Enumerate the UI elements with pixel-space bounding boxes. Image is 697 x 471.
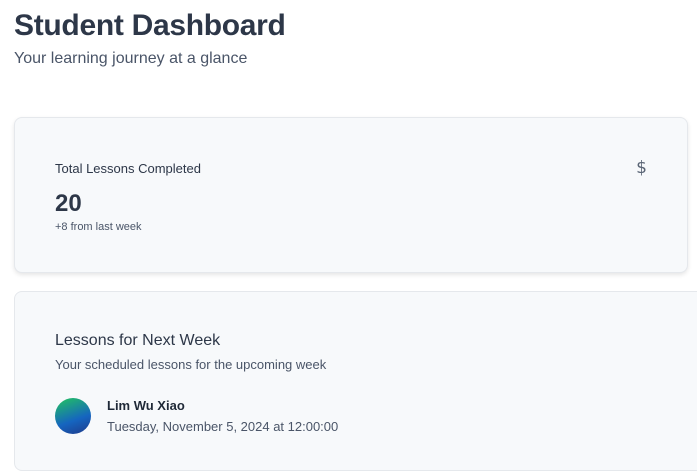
total-lessons-card: Total Lessons Completed $ 20 +8 from las…	[14, 117, 688, 273]
lesson-student-name: Lim Wu Xiao	[107, 398, 185, 413]
page-subtitle: Your learning journey at a glance	[14, 50, 248, 67]
lessons-subtitle: Your scheduled lessons for the upcoming …	[55, 357, 327, 372]
lessons-next-week-card: Lessons for Next Week Your scheduled les…	[14, 291, 697, 471]
stat-delta: +8 from last week	[55, 221, 142, 233]
stat-value: 20	[55, 190, 82, 217]
page-header: Student Dashboard Your learning journey …	[14, 6, 286, 70]
avatar	[55, 398, 91, 434]
lesson-datetime: Tuesday, November 5, 2024 at 12:00:00	[107, 419, 339, 434]
dollar-icon: $	[636, 158, 647, 178]
page-title: Student Dashboard	[14, 9, 286, 42]
stat-title: Total Lessons Completed	[55, 161, 201, 176]
lessons-title: Lessons for Next Week	[55, 332, 221, 349]
lesson-item[interactable]: Lim Wu Xiao Tuesday, November 5, 2024 at…	[55, 398, 455, 438]
